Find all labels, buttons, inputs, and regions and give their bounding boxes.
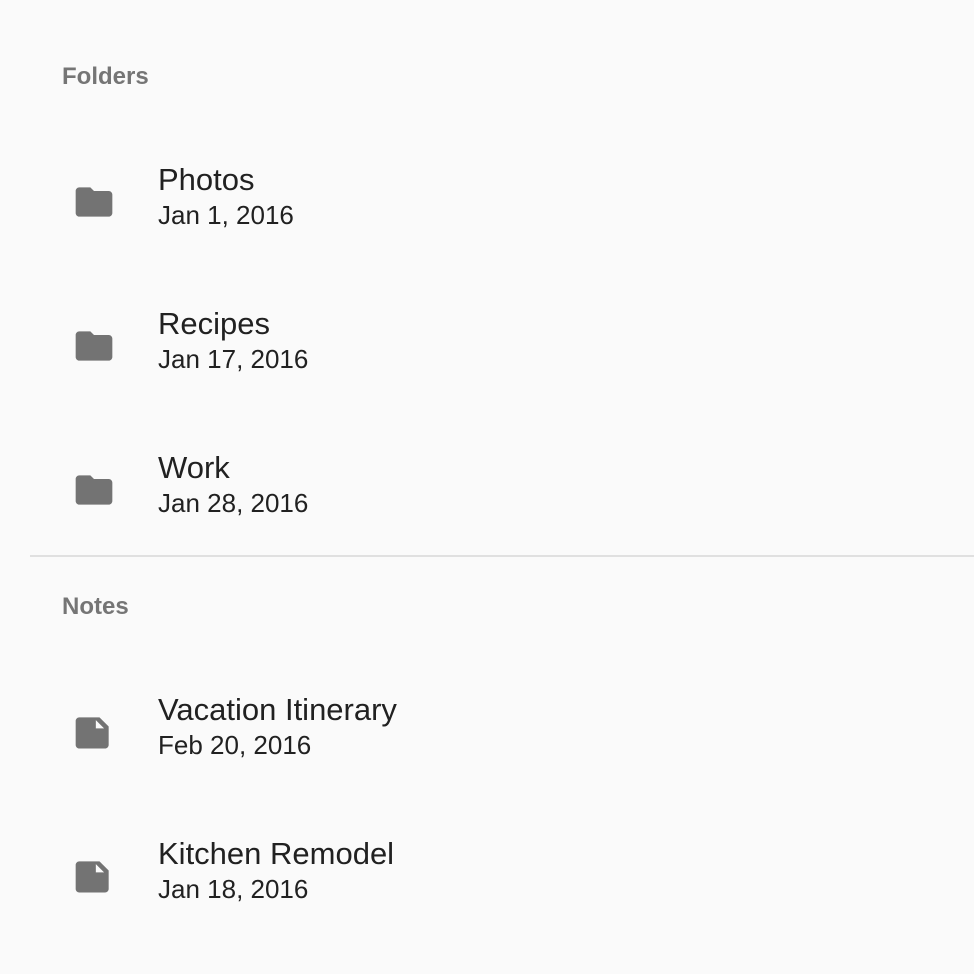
note-title: Kitchen Remodel <box>158 836 395 871</box>
note-item-kitchen-remodel[interactable]: Kitchen Remodel Jan 18, 2016 <box>0 816 974 936</box>
folder-date: Jan 28, 2016 <box>158 488 309 518</box>
folder-icon <box>72 180 116 224</box>
folder-title: Work <box>158 450 230 485</box>
folder-date: Jan 1, 2016 <box>158 200 294 230</box>
note-icon <box>72 854 116 898</box>
folders-subheader: Folders <box>62 63 149 90</box>
folder-item-work[interactable]: Work Jan 28, 2016 <box>0 430 974 550</box>
notes-subheader: Notes <box>62 593 129 620</box>
note-date: Jan 18, 2016 <box>158 874 309 904</box>
folder-title: Recipes <box>158 306 270 341</box>
note-title: Vacation Itinerary <box>158 692 397 727</box>
note-date: Feb 20, 2016 <box>158 730 312 760</box>
note-icon <box>72 710 116 754</box>
note-item-vacation-itinerary[interactable]: Vacation Itinerary Feb 20, 2016 <box>0 672 974 792</box>
folder-icon <box>72 324 116 368</box>
folder-title: Photos <box>158 162 255 197</box>
file-list: Folders Photos Jan 1, 2016 Recipes Jan 1… <box>0 0 974 974</box>
folder-item-photos[interactable]: Photos Jan 1, 2016 <box>0 142 974 262</box>
section-divider <box>30 555 974 557</box>
folder-icon <box>72 468 116 512</box>
folder-date: Jan 17, 2016 <box>158 344 309 374</box>
folder-item-recipes[interactable]: Recipes Jan 17, 2016 <box>0 286 974 406</box>
